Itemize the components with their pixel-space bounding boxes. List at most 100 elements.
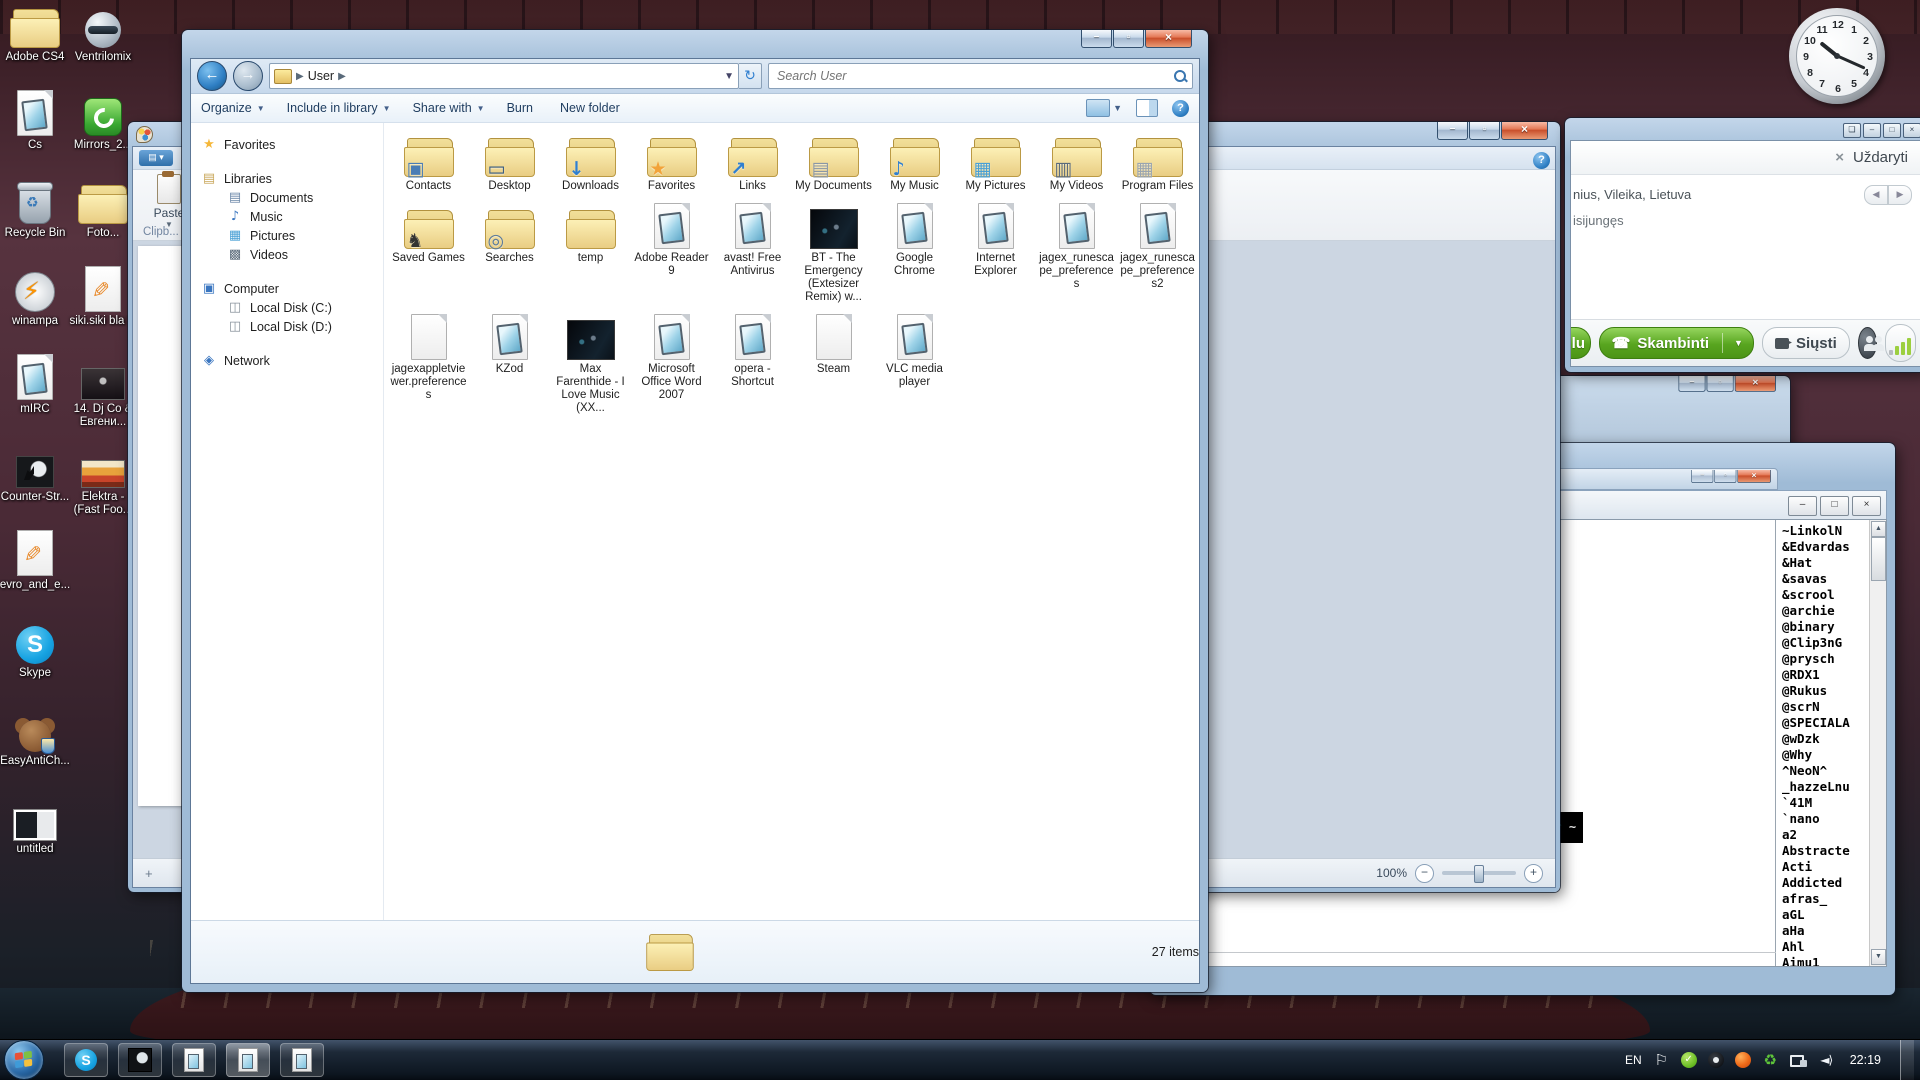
taskbar-clock[interactable]: 22:19 [1850,1053,1881,1067]
file-item[interactable]: Microsoft Office Word 2007 [631,310,712,402]
file-item[interactable]: BT - The Emergency (Extesizer Remix) w..… [793,199,874,304]
taskbar-app-button[interactable] [226,1043,270,1077]
start-button[interactable] [4,1040,44,1080]
desktop-icon[interactable]: Mirrors_2... [70,92,136,180]
file-item[interactable]: ♞ Saved Games [388,199,469,265]
desktop-icon[interactable]: Adobe CS4 [2,4,68,92]
zoom-in-button[interactable]: + [1524,864,1543,883]
mirc-nick[interactable]: @scrN [1782,699,1870,715]
maximize-button[interactable] [1706,376,1733,392]
back-button[interactable]: ← [197,61,227,91]
minimize-button[interactable] [1691,470,1713,483]
change-view-button[interactable]: ▼ [1086,99,1122,117]
file-item[interactable]: avast! Free Antivirus [712,199,793,278]
desktop-icon[interactable]: 14. Dj Co & Евгени... [70,356,136,444]
zoom-slider[interactable] [1442,871,1516,875]
toolbar-button[interactable]: Share with ▼ [413,101,485,115]
mirc-nick[interactable]: @Rukus [1782,683,1870,699]
close-button[interactable]: × [1903,123,1920,138]
mirc-nick[interactable]: &Hat [1782,555,1870,571]
tray-icon[interactable] [1818,1052,1835,1069]
zoom-slider-thumb[interactable] [1474,865,1484,883]
sidebar-item[interactable]: ◫ Local Disk (D:) [201,317,383,336]
sidebar-item[interactable]: ▣ Computer [201,279,383,298]
taskbar-app-button[interactable] [172,1043,216,1077]
send-button[interactable]: Siųsti [1762,327,1850,359]
file-item[interactable]: ★ Favorites [631,127,712,193]
mirc-nick[interactable]: @archie [1782,603,1870,619]
file-item[interactable]: Max Farenthide - I Love Music (XX... [550,310,631,415]
search-icon[interactable] [1174,70,1186,82]
file-item[interactable]: ▦ My Pictures [955,127,1036,193]
sidebar-item[interactable]: ▦ Pictures [201,226,383,245]
file-item[interactable]: ▤ My Documents [793,127,874,193]
sidebar-item[interactable]: ♪ Music [201,207,383,226]
mirc-nick[interactable]: Addicted [1782,875,1870,891]
paint-menu-button[interactable]: ▤ ▾ [139,150,173,166]
call-quality-button[interactable] [1885,324,1916,362]
minimize-button[interactable] [1081,30,1112,48]
desktop-icon[interactable]: mIRC [2,356,68,444]
skype-close-tab-bar[interactable]: × Uždaryti [1571,141,1920,175]
skype-window[interactable]: ❏ – □ × × Uždaryti nius, Vileika, Lietuv… [1565,118,1920,372]
mirc-nick[interactable]: _hazzeLnu [1782,779,1870,795]
forward-button[interactable]: → [233,61,263,91]
carousel-left-icon[interactable]: ◀ [1864,185,1888,205]
desktop-icon[interactable]: Elektra - (Fast Foo... [70,444,136,532]
file-item[interactable]: ♪ My Music [874,127,955,193]
desktop-icon[interactable]: Recycle Bin [2,180,68,268]
toolbar-button[interactable]: New folder [560,101,625,115]
mirc-nicklist-scrollbar[interactable]: ▲ ▼ [1869,520,1886,966]
scroll-up-icon[interactable]: ▲ [1871,521,1886,537]
mirc-nick[interactable]: @RDX1 [1782,667,1870,683]
restore-group-button[interactable]: ❏ [1843,123,1861,138]
help-icon[interactable]: ? [1172,100,1189,117]
refresh-icon[interactable]: ↻ [739,63,762,89]
desktop-icon[interactable]: Counter-Str... [2,444,68,532]
mirc-nick[interactable]: `nano [1782,811,1870,827]
maximize-button[interactable]: □ [1883,123,1901,138]
file-item[interactable]: jagex_runescape_preferences [1036,199,1117,291]
mirc-nick-list[interactable]: ~LinkolN&Edvardas&Hat&savas&scrool@archi… [1775,520,1870,966]
close-button[interactable] [1501,122,1548,140]
desktop-icon[interactable]: siki.siki bla bl [70,268,136,356]
file-item[interactable]: jagex_runescape_preferences2 [1117,199,1198,291]
desktop-icon[interactable]: Foto... [70,180,136,268]
mirc-nick[interactable]: @binary [1782,619,1870,635]
mirc-nick[interactable]: ~LinkolN [1782,523,1870,539]
mirc-nick[interactable]: afras_ [1782,891,1870,907]
explorer-window[interactable]: ← → ▶ User ▶ ▼ ↻ Organize [182,30,1208,992]
address-dropdown-icon[interactable]: ▼ [724,71,734,82]
file-item[interactable]: temp [550,199,631,265]
preview-pane-icon[interactable] [1136,99,1158,117]
show-desktop-button[interactable] [1900,1040,1914,1080]
file-item[interactable]: ↗ Links [712,127,793,193]
clock-gadget[interactable]: 121234567891011 [1789,8,1885,104]
close-button[interactable] [1735,376,1776,392]
minimize-button[interactable] [1437,122,1468,140]
toolbar-button[interactable]: Burn [507,101,538,115]
mdi-restore-button[interactable]: □ [1820,496,1849,516]
mirc-nick[interactable]: @wDzk [1782,731,1870,747]
tray-icon[interactable] [1681,1052,1697,1068]
breadcrumb-location[interactable]: User [308,69,334,83]
file-item[interactable]: ▣ Contacts [388,127,469,193]
tray-icon[interactable]: ⚐ [1653,1052,1670,1069]
mirc-nick[interactable]: @SPECIALA [1782,715,1870,731]
desktop-icon[interactable]: untitled [2,796,68,884]
maximize-button[interactable] [1469,122,1500,140]
close-button[interactable] [1737,470,1771,483]
mirc-nick[interactable]: Acti [1782,859,1870,875]
desktop-icon[interactable]: Ventrilomix [70,4,136,92]
sidebar-item[interactable]: ◫ Local Disk (C:) [201,298,383,317]
search-box[interactable] [768,63,1193,89]
mirc-nick[interactable]: &savas [1782,571,1870,587]
file-item[interactable]: VLC media player [874,310,955,389]
file-item[interactable]: ▭ Desktop [469,127,550,193]
file-item[interactable]: ↓ Downloads [550,127,631,193]
file-item[interactable]: Steam [793,310,874,376]
file-item[interactable]: Google Chrome [874,199,955,278]
tray-icon[interactable]: ♻ [1762,1052,1779,1069]
sidebar-item[interactable]: ★ Favorites [201,135,383,154]
file-item[interactable]: KZod [469,310,550,376]
